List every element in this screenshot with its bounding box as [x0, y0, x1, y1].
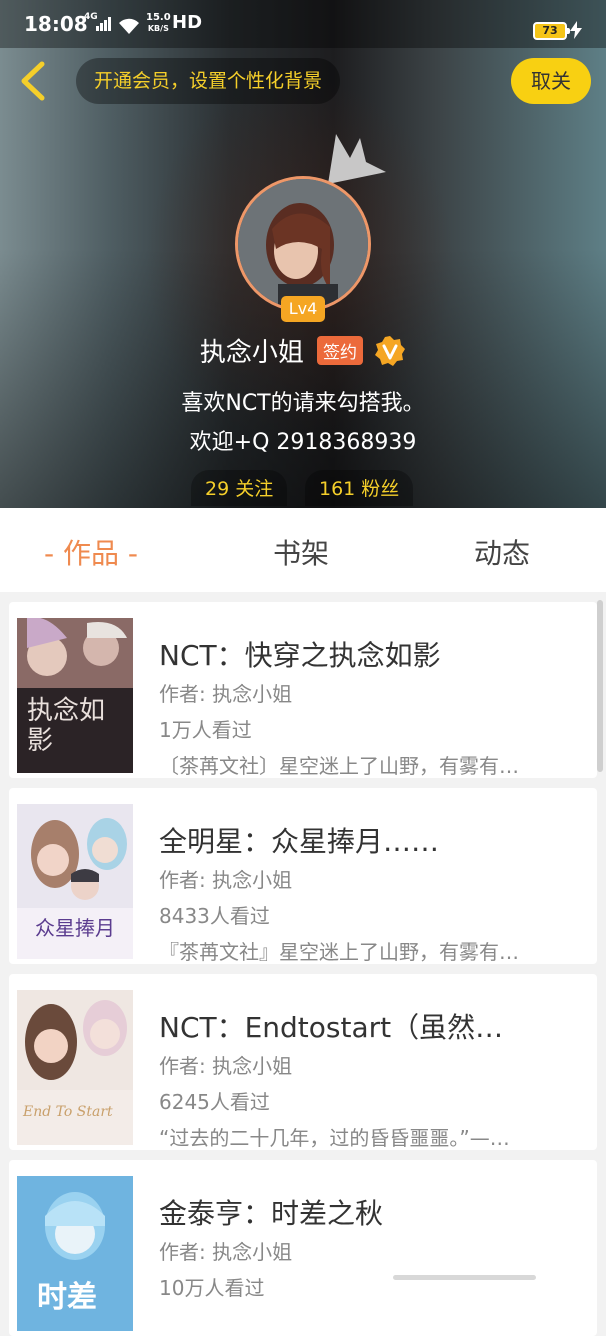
- book-cover: End To Start: [17, 990, 133, 1145]
- charging-icon: [570, 21, 582, 39]
- speed-unit: KB/S: [147, 24, 169, 33]
- book-description: “过去的二十几年，过的昏昏噩噩。”—…: [159, 1126, 510, 1150]
- book-cover: 时差: [17, 1176, 133, 1331]
- signed-author-tag: 签约: [317, 336, 363, 365]
- avatar[interactable]: [235, 176, 371, 312]
- name-row: 执念小姐 签约: [0, 332, 606, 372]
- back-button[interactable]: [14, 58, 54, 104]
- tab-bookshelf[interactable]: 书架: [273, 532, 329, 572]
- book-author: 作者: 执念小姐: [159, 1054, 293, 1078]
- book-description: 〔茶苒文社〕星空迷上了山野，有雾有…: [159, 754, 519, 778]
- network-speed: 15.0 KB/S: [146, 12, 171, 34]
- book-author: 作者: 执念小姐: [159, 868, 293, 892]
- bio-line-2: 欢迎+Q 2918368939: [189, 430, 417, 455]
- status-time: 18:08: [24, 12, 88, 36]
- verified-badge-icon: [375, 335, 406, 366]
- user-name: 执念小姐: [199, 338, 304, 368]
- book-description: 『茶苒文社』星空迷上了山野，有雾有…: [159, 940, 519, 964]
- book-title: NCT：快穿之执念如影: [159, 639, 441, 672]
- unfollow-button[interactable]: 取关: [511, 58, 591, 104]
- cover-art: [17, 990, 133, 1145]
- avatar-image: [238, 179, 368, 309]
- tab-works[interactable]: - 作品 -: [44, 532, 138, 572]
- bio-line-1: 喜欢NCT的请来勾搭我。: [181, 391, 425, 416]
- book-cover-title: End To Start: [23, 1104, 113, 1120]
- book-author: 作者: 执念小姐: [159, 682, 293, 706]
- book-title: NCT：Endtostart（虽然…: [159, 1011, 504, 1044]
- book-title: 金泰亨：时差之秋: [159, 1197, 384, 1230]
- book-cover-title: 时差: [37, 1280, 97, 1315]
- list-item[interactable]: 众星捧月 全明星：众星捧月…… 作者: 执念小姐 8433人看过 『茶苒文社』星…: [9, 788, 597, 964]
- list-item[interactable]: 执念如影 NCT：快穿之执念如影 作者: 执念小姐 1万人看过 〔茶苒文社〕星空…: [9, 602, 597, 778]
- tab-feed[interactable]: 动态: [474, 532, 530, 572]
- hd-indicator: HD: [172, 12, 203, 33]
- following-count[interactable]: 29 关注: [191, 470, 288, 506]
- status-bar: 18:08 4G 15.0 KB/S HD 73: [0, 0, 606, 48]
- book-cover: 执念如影: [17, 618, 133, 773]
- profile-header: 18:08 4G 15.0 KB/S HD 73 开通会员，设置个性化背景 取关: [0, 0, 606, 508]
- book-title: 全明星：众星捧月……: [159, 825, 440, 858]
- battery-icon: 73: [533, 22, 570, 40]
- book-cover: 众星捧月: [17, 804, 133, 959]
- profile-tabs: - 作品 - 书架 动态: [0, 508, 606, 592]
- chevron-left-icon: [21, 61, 45, 101]
- speed-value: 15.0: [146, 12, 171, 23]
- book-views: 8433人看过: [159, 904, 270, 928]
- list-item[interactable]: 时差 金泰亨：时差之秋 作者: 执念小姐 10万人看过: [9, 1160, 597, 1336]
- scrollbar[interactable]: [597, 600, 603, 772]
- list-item[interactable]: End To Start NCT：Endtostart（虽然… 作者: 执念小姐…: [9, 974, 597, 1150]
- book-cover-title: 执念如影: [27, 696, 106, 756]
- book-views: 10万人看过: [159, 1276, 265, 1300]
- book-author: 作者: 执念小姐: [159, 1240, 293, 1264]
- signal-icon: [96, 17, 111, 31]
- wifi-icon: [119, 18, 139, 34]
- vip-background-banner[interactable]: 开通会员，设置个性化背景: [76, 58, 341, 104]
- home-indicator: [393, 1275, 536, 1280]
- book-cover-title: 众星捧月: [35, 916, 115, 940]
- book-views: 6245人看过: [159, 1090, 270, 1114]
- level-badge: Lv4: [281, 296, 325, 322]
- fans-count[interactable]: 161 粉丝: [305, 470, 414, 506]
- book-views: 1万人看过: [159, 718, 252, 742]
